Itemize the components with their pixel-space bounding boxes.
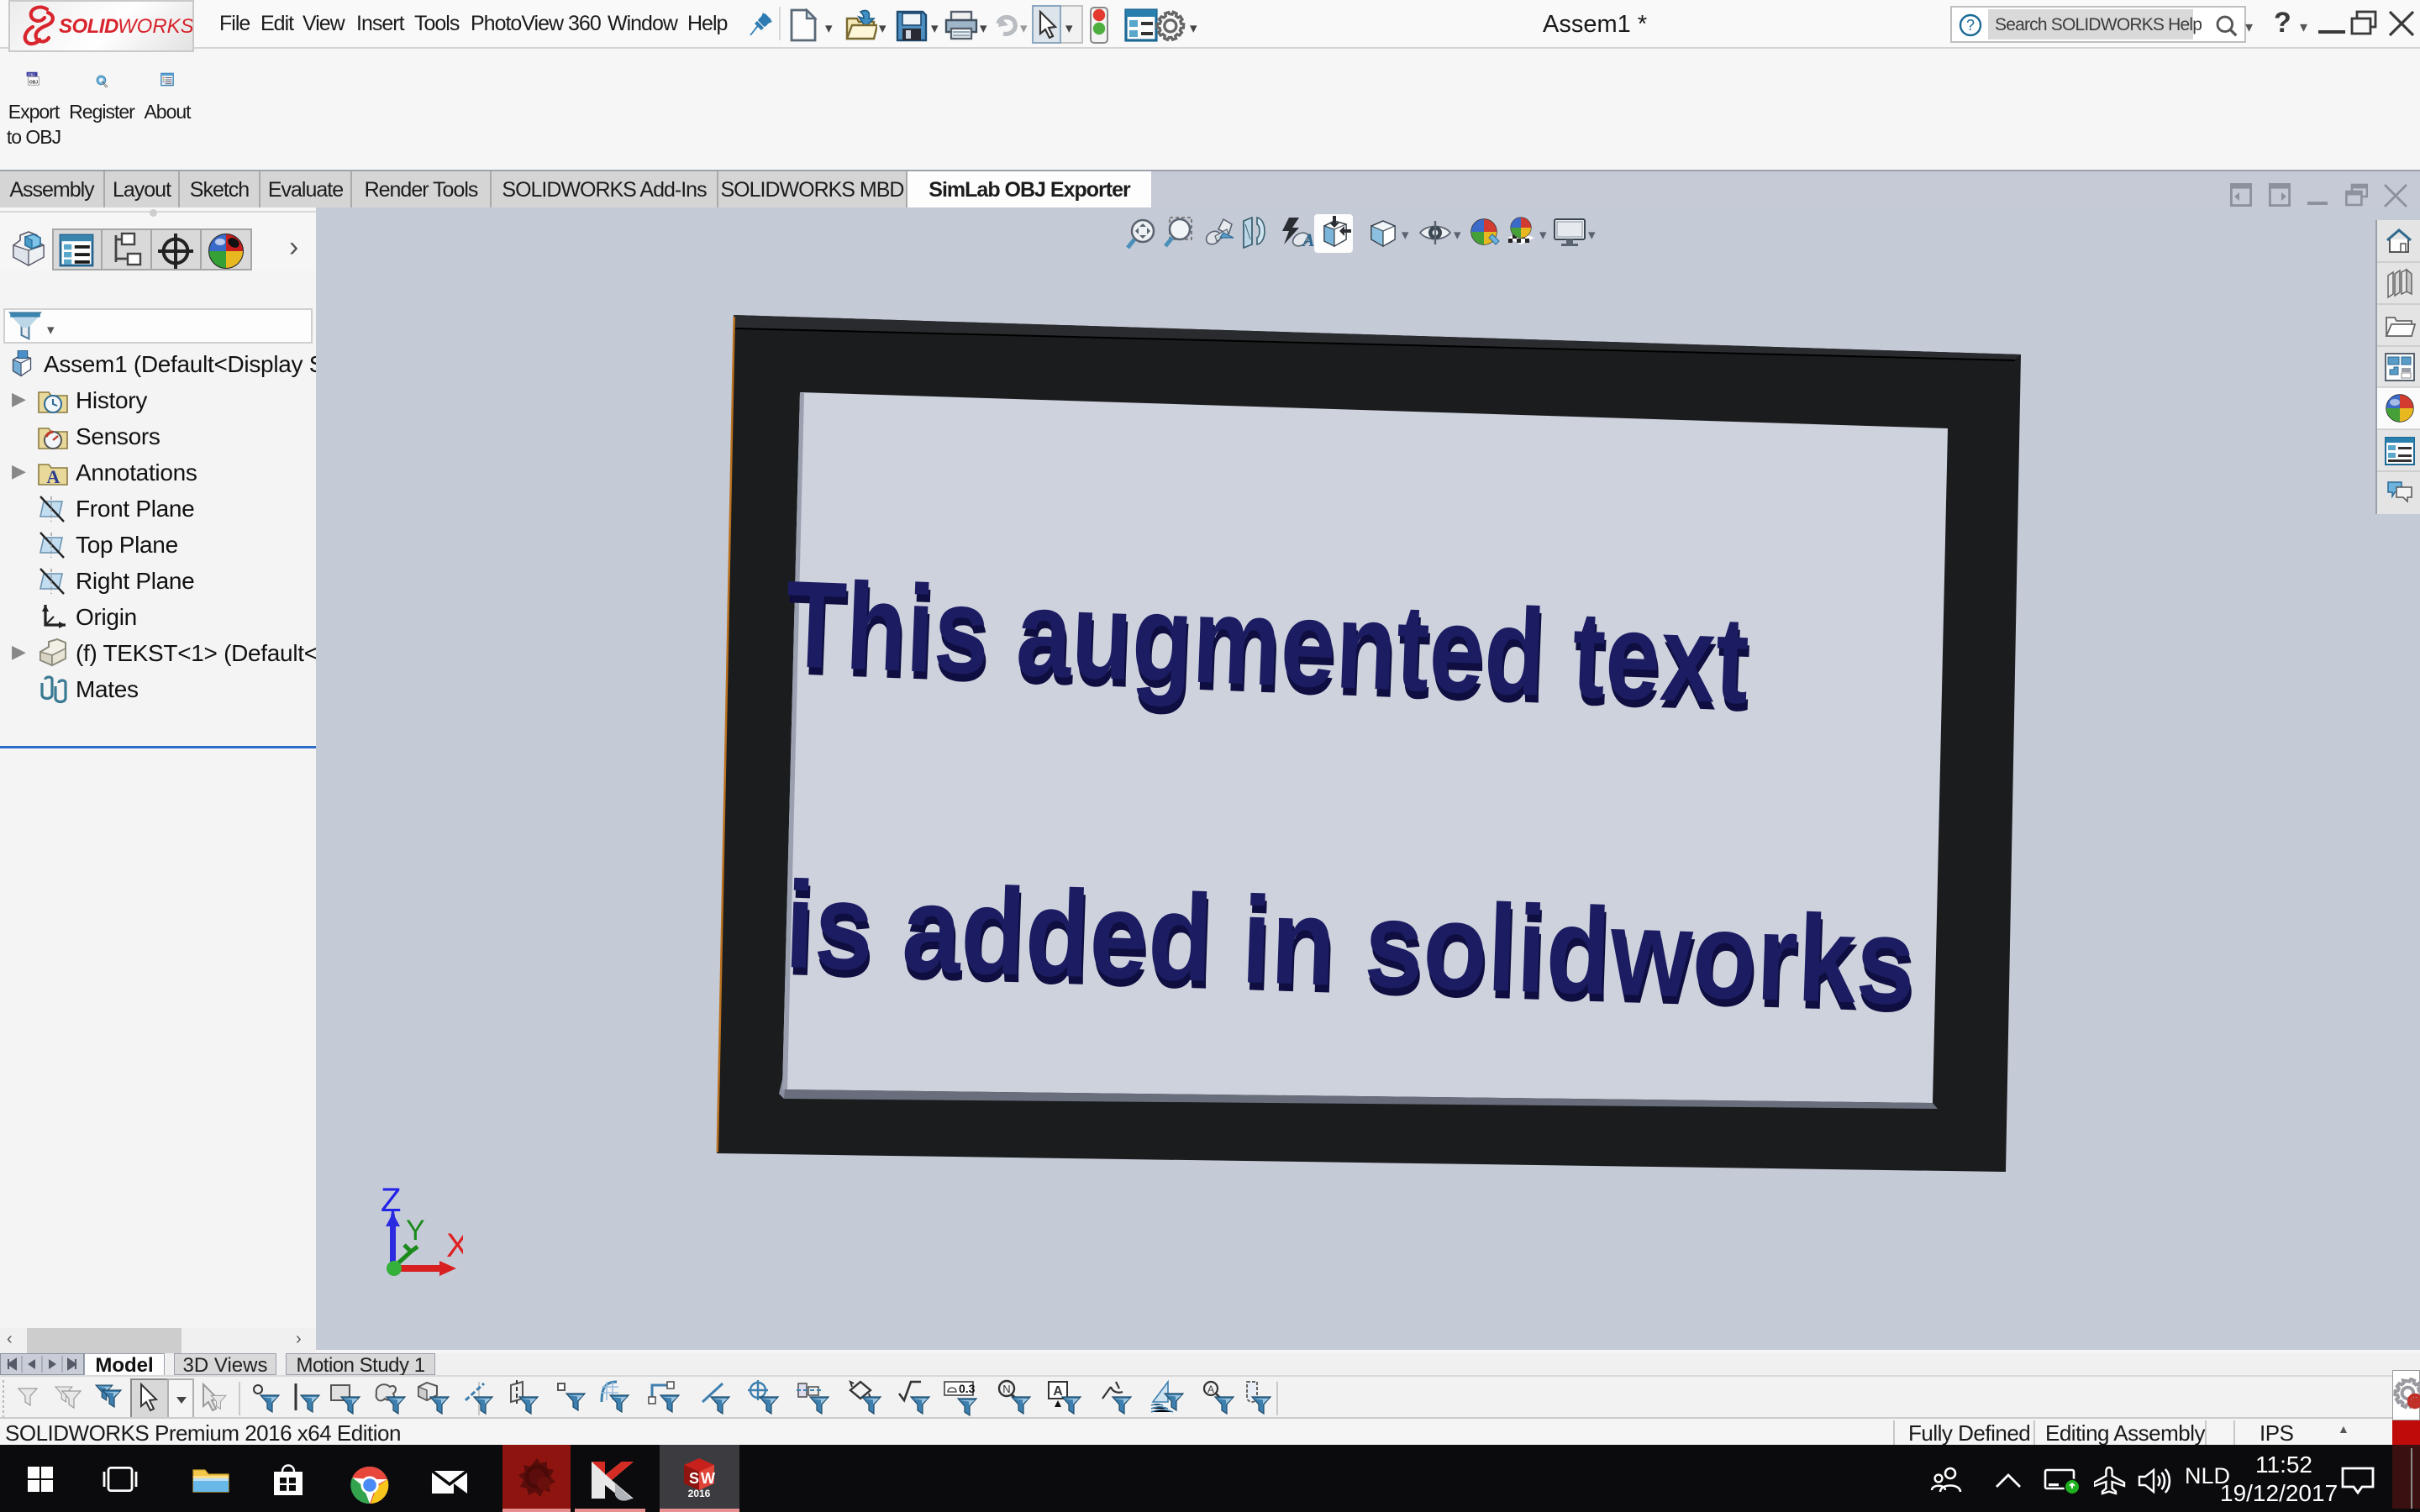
svg-text:WORKS: WORKS	[118, 15, 192, 38]
svg-text:2016: 2016	[688, 1488, 711, 1499]
svg-text:A: A	[46, 466, 60, 487]
svg-text:OBJ: OBJ	[29, 80, 39, 85]
svg-text:SOLID: SOLID	[59, 15, 118, 38]
svg-text:W: W	[701, 1470, 715, 1487]
svg-text:S: S	[689, 1470, 699, 1487]
svg-text:X: X	[446, 1227, 463, 1264]
svg-text:OBJ: OBJ	[28, 72, 34, 76]
svg-text:Z: Z	[381, 1186, 401, 1219]
svg-text:?: ?	[1966, 17, 1975, 34]
svg-text:N: N	[1002, 1383, 1010, 1395]
svg-text:0.3: 0.3	[959, 1382, 976, 1395]
svg-text:A: A	[1207, 1383, 1214, 1395]
svg-text:Y: Y	[406, 1215, 425, 1247]
